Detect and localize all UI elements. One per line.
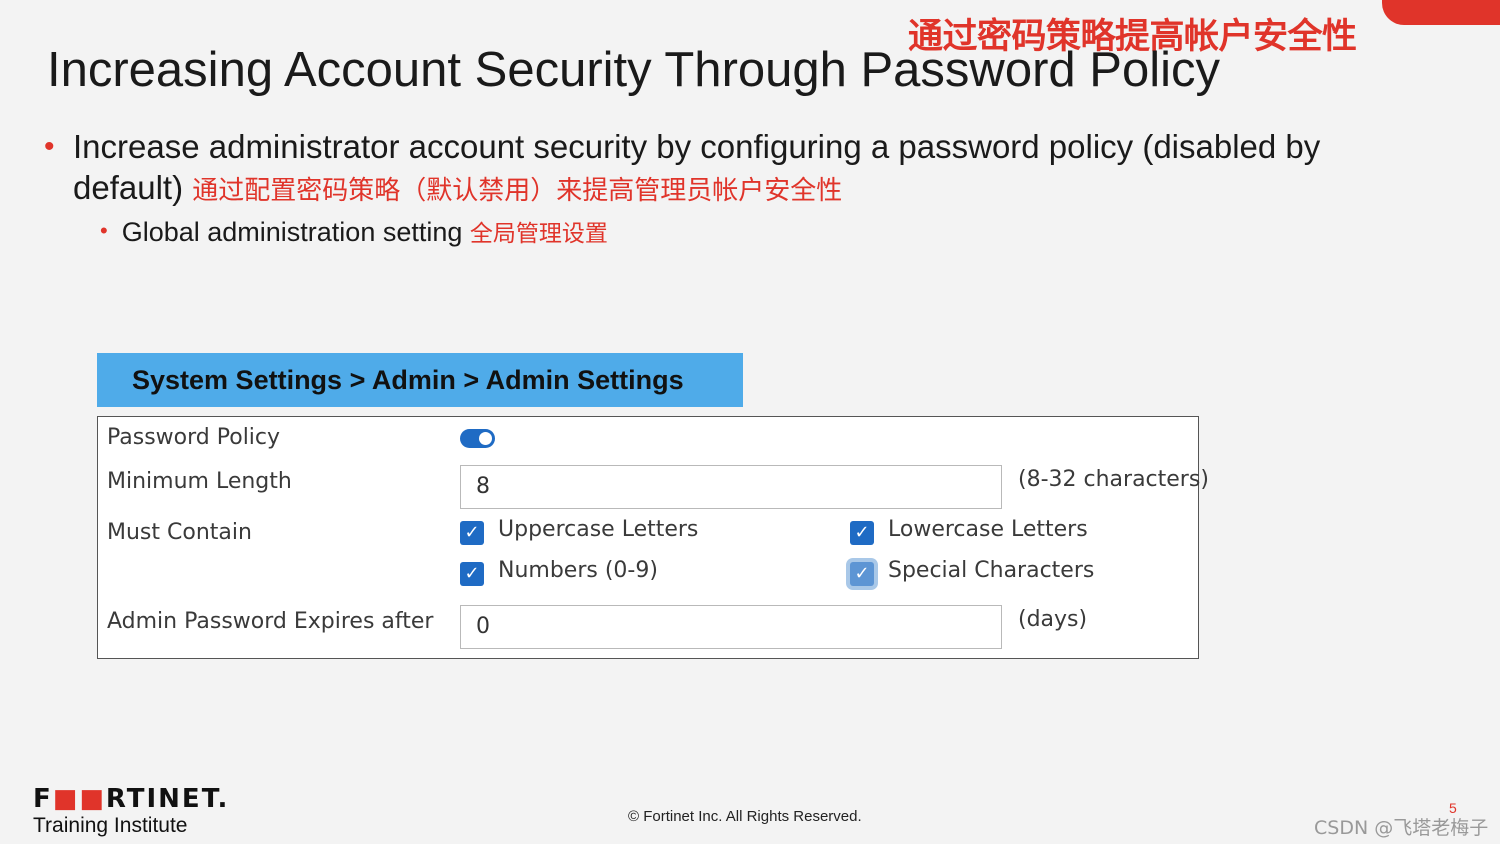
fortinet-logo: F■■RTINET. xyxy=(33,784,230,814)
bullet-main-text: Increase administrator account security … xyxy=(73,126,1404,212)
admin-settings-panel: Password Policy Minimum Length 8 (8-32 c… xyxy=(97,416,1209,659)
csdn-watermark: CSDN @飞塔老梅子 xyxy=(1314,817,1489,839)
minimum-length-hint: (8-32 characters) xyxy=(1018,467,1209,492)
lowercase-label: Lowercase Letters xyxy=(888,517,1088,542)
password-expires-input[interactable]: 0 xyxy=(460,605,1002,649)
toggle-knob xyxy=(479,432,492,445)
numbers-label: Numbers (0-9) xyxy=(498,558,658,583)
bullet-sub-en: Global administration setting xyxy=(121,217,463,247)
training-institute-label: Training Institute xyxy=(33,814,188,837)
minimum-length-label: Minimum Length xyxy=(107,469,292,494)
password-policy-label: Password Policy xyxy=(107,425,281,450)
must-contain-label: Must Contain xyxy=(107,520,252,545)
special-characters-label: Special Characters xyxy=(888,558,1095,583)
lowercase-checkbox[interactable]: ✓ xyxy=(850,521,874,545)
bullet-main: • Increase administrator account securit… xyxy=(44,126,1404,212)
breadcrumb: System Settings > Admin > Admin Settings xyxy=(97,353,743,407)
bullet-dot-icon: • xyxy=(44,130,55,163)
minimum-length-input[interactable]: 8 xyxy=(460,465,1002,509)
bullet-sub-cn: 全局管理设置 xyxy=(469,221,608,247)
slide-title: Increasing Account Security Through Pass… xyxy=(47,43,1220,97)
bullet-sub-dot-icon: • xyxy=(100,218,108,243)
copyright-text: © Fortinet Inc. All Rights Reserved. xyxy=(628,808,862,825)
bullet-main-cn: 通过配置密码策略（默认禁用）来提高管理员帐户安全性 xyxy=(192,176,843,206)
bullet-sub: • Global administration setting 全局管理设置 xyxy=(100,213,608,252)
password-policy-toggle[interactable] xyxy=(460,429,495,448)
uppercase-label: Uppercase Letters xyxy=(498,517,699,542)
password-expires-label: Admin Password Expires after xyxy=(107,609,434,634)
password-expires-hint: (days) xyxy=(1018,607,1088,632)
corner-accent-tab xyxy=(1382,0,1500,25)
uppercase-checkbox[interactable]: ✓ xyxy=(460,521,484,545)
special-characters-checkbox[interactable]: ✓ xyxy=(850,562,874,586)
numbers-checkbox[interactable]: ✓ xyxy=(460,562,484,586)
